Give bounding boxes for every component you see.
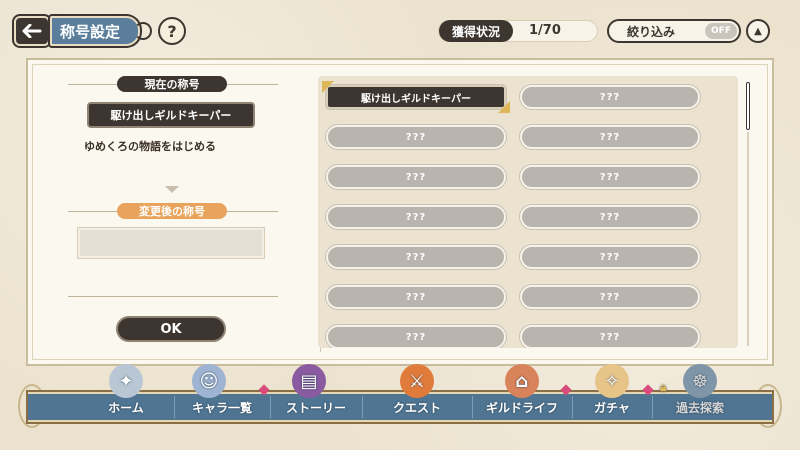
nav-past-explore[interactable]: ☸ 🔒︎ 過去探索 bbox=[652, 364, 748, 420]
nav-home[interactable]: ✦ ホーム bbox=[78, 364, 174, 420]
nav-home-label: ホーム bbox=[108, 400, 144, 415]
nav-guild-life-label: ギルドライフ bbox=[485, 400, 558, 415]
title-list: 駆け出しギルドキーパー?????????????????????????????… bbox=[318, 76, 738, 348]
title-item-locked[interactable]: ??? bbox=[520, 245, 700, 269]
back-arrow-icon bbox=[22, 19, 42, 43]
title-flourish-icon bbox=[134, 22, 152, 40]
nav-guild-life[interactable]: ⌂ ギルドライフ bbox=[472, 364, 572, 420]
page-title: 称号設定 bbox=[50, 16, 140, 46]
new-title-field bbox=[78, 228, 264, 258]
arrow-down-icon bbox=[165, 186, 179, 193]
selected-corner-icon bbox=[498, 101, 510, 113]
title-item-locked[interactable]: ??? bbox=[520, 165, 700, 189]
selected-corner-icon bbox=[322, 81, 334, 93]
acquisition-status: 獲得状況 1/70 bbox=[438, 20, 598, 42]
nav-gacha-label: ガチャ bbox=[594, 400, 630, 415]
nav-characters[interactable]: ☺ キャラ一覧 bbox=[174, 364, 270, 420]
notification-gem-icon bbox=[560, 384, 572, 396]
nav-past-explore-label: 過去探索 bbox=[675, 400, 724, 415]
title-item-locked[interactable]: ??? bbox=[326, 245, 506, 269]
title-item-owned[interactable]: 駆け出しギルドキーパー bbox=[322, 81, 510, 113]
ok-button[interactable]: OK bbox=[116, 316, 226, 342]
divider bbox=[68, 296, 278, 297]
title-item-locked[interactable]: ??? bbox=[326, 325, 506, 348]
title-item-locked[interactable]: ??? bbox=[520, 205, 700, 229]
gacha-icon: ✧ bbox=[595, 364, 629, 398]
scroll-track bbox=[747, 132, 749, 346]
filter-label: 絞り込み bbox=[627, 24, 676, 39]
compass-icon: ✦ bbox=[109, 364, 143, 398]
title-grid: 駆け出しギルドキーパー?????????????????????????????… bbox=[322, 81, 700, 348]
title-item-locked[interactable]: ??? bbox=[326, 125, 506, 149]
title-item-locked[interactable]: ??? bbox=[520, 125, 700, 149]
current-title: 駆け出しギルドキーパー bbox=[87, 102, 255, 128]
scrollbar-thumb[interactable] bbox=[746, 82, 750, 130]
title-item-locked[interactable]: ??? bbox=[326, 285, 506, 309]
acquisition-value: 1/70 bbox=[529, 23, 561, 38]
quest-icon: ⚔ bbox=[400, 364, 434, 398]
title-item-locked[interactable]: ??? bbox=[520, 285, 700, 309]
current-title-description: ゆめくろの物語をはじめる bbox=[84, 140, 216, 153]
nav-quest-label: クエスト bbox=[392, 400, 441, 415]
title-item-locked[interactable]: ??? bbox=[326, 165, 506, 189]
bottom-nav: ✦ ホーム ☺ キャラ一覧 ▤ ストーリー ⚔ クエスト ⌂ ギルドライフ ✧ … bbox=[28, 364, 772, 422]
nav-characters-label: キャラ一覧 bbox=[191, 400, 252, 415]
new-title-header: 変更後の称号 bbox=[117, 203, 227, 219]
back-button[interactable] bbox=[14, 16, 50, 46]
nav-gacha[interactable]: ✧ ガチャ bbox=[572, 364, 654, 420]
characters-icon: ☺ bbox=[192, 364, 226, 398]
acquisition-label: 獲得状況 bbox=[439, 20, 513, 42]
filter-toggle[interactable]: OFF bbox=[705, 23, 737, 39]
book-icon: ▤ bbox=[292, 364, 326, 398]
left-column: 現在の称号 駆け出しギルドキーパー ゆめくろの物語をはじめる 変更後の称号 OK bbox=[28, 60, 298, 364]
nav-quest[interactable]: ⚔ クエスト bbox=[362, 364, 472, 420]
scroll-top-button[interactable]: ▲ bbox=[746, 19, 770, 43]
title-item-locked[interactable]: ??? bbox=[326, 205, 506, 229]
filter-button[interactable]: 絞り込み OFF bbox=[607, 19, 741, 43]
title-item-locked[interactable]: ??? bbox=[520, 85, 700, 109]
title-item-locked[interactable]: ??? bbox=[520, 325, 700, 348]
lock-icon: 🔒︎ bbox=[660, 380, 667, 394]
notification-gem-icon bbox=[258, 384, 270, 396]
help-button[interactable]: ? bbox=[158, 17, 186, 45]
ship-wheel-icon: ☸ bbox=[683, 364, 717, 398]
triangle-up-icon: ▲ bbox=[754, 25, 762, 37]
title-settings-panel: 現在の称号 駆け出しギルドキーパー ゆめくろの物語をはじめる 変更後の称号 OK… bbox=[26, 58, 774, 366]
nav-story[interactable]: ▤ ストーリー bbox=[270, 364, 362, 420]
house-icon: ⌂ bbox=[505, 364, 539, 398]
current-title-header: 現在の称号 bbox=[117, 76, 227, 92]
nav-story-label: ストーリー bbox=[285, 400, 346, 415]
